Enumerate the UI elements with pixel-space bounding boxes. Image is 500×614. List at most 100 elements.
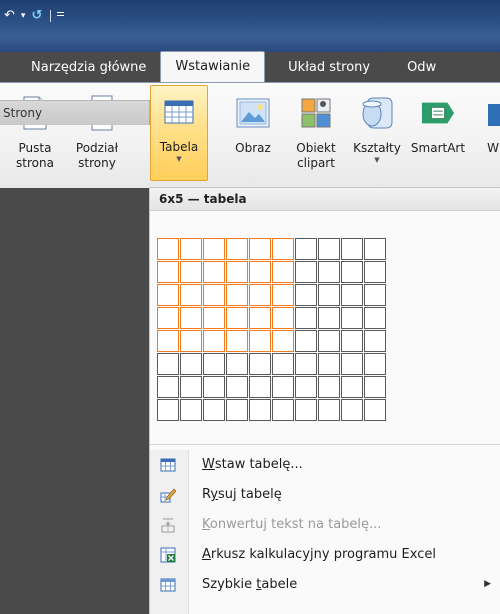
table-grid-cell[interactable] — [341, 284, 363, 306]
table-grid-cell[interactable] — [157, 307, 179, 329]
table-grid-cell[interactable] — [203, 261, 225, 283]
undo-dropdown-icon[interactable]: ▾ — [21, 9, 26, 23]
table-grid-cell[interactable] — [272, 284, 294, 306]
table-grid-cell[interactable] — [341, 330, 363, 352]
table-grid-cell[interactable] — [226, 330, 248, 352]
menu-item-quick[interactable]: Szybkie tabele ▶ — [150, 570, 500, 600]
table-grid-cell[interactable] — [295, 238, 317, 260]
table-grid-cell[interactable] — [203, 376, 225, 398]
table-grid-cell[interactable] — [180, 307, 202, 329]
table-grid-cell[interactable] — [226, 399, 248, 421]
table-grid-cell[interactable] — [249, 238, 271, 260]
table-grid-cell[interactable] — [341, 376, 363, 398]
table-grid-cell[interactable] — [180, 330, 202, 352]
table-grid-cell[interactable] — [272, 307, 294, 329]
table-grid-cell[interactable] — [364, 307, 386, 329]
clipart-button[interactable]: Obiekt clipart — [289, 87, 343, 171]
table-grid-cell[interactable] — [203, 399, 225, 421]
table-grid-cell[interactable] — [364, 353, 386, 375]
table-grid-cell[interactable] — [364, 238, 386, 260]
tab-wstawianie[interactable]: Wstawianie — [160, 51, 266, 82]
table-grid-cell[interactable] — [226, 307, 248, 329]
menu-item-draw[interactable]: Rysuj tabelę — [150, 480, 500, 510]
tab-odwolania[interactable]: Odw — [393, 54, 450, 82]
table-grid-cell[interactable] — [249, 353, 271, 375]
table-grid-cell[interactable] — [157, 376, 179, 398]
table-button[interactable]: Tabela ▼ — [150, 85, 208, 181]
table-grid-cell[interactable] — [272, 399, 294, 421]
table-grid-cell[interactable] — [226, 261, 248, 283]
table-grid-cell[interactable] — [272, 376, 294, 398]
table-grid-cell[interactable] — [249, 376, 271, 398]
table-grid-cell[interactable] — [364, 376, 386, 398]
table-grid-cell[interactable] — [295, 353, 317, 375]
table-grid-cell[interactable] — [341, 238, 363, 260]
table-grid-cell[interactable] — [157, 261, 179, 283]
table-grid-cell[interactable] — [318, 238, 340, 260]
table-grid-cell[interactable] — [180, 353, 202, 375]
table-grid-cell[interactable] — [249, 330, 271, 352]
table-grid-cell[interactable] — [318, 284, 340, 306]
table-grid-cell[interactable] — [249, 399, 271, 421]
table-grid-cell[interactable] — [180, 399, 202, 421]
table-grid-cell[interactable] — [226, 238, 248, 260]
table-grid-cell[interactable] — [180, 261, 202, 283]
table-grid-cell[interactable] — [226, 353, 248, 375]
redo-icon[interactable]: ↺ — [31, 9, 42, 23]
table-grid-cell[interactable] — [295, 284, 317, 306]
cut-off-ribbon-button[interactable]: W — [486, 87, 500, 156]
customize-qat-icon[interactable] — [57, 12, 65, 20]
table-grid-cell[interactable] — [226, 376, 248, 398]
table-grid-cell[interactable] — [226, 284, 248, 306]
menu-item-insert[interactable]: Wstaw tabelę... — [150, 450, 500, 480]
table-grid-cell[interactable] — [341, 261, 363, 283]
table-grid-cell[interactable] — [180, 284, 202, 306]
table-grid-cell[interactable] — [318, 399, 340, 421]
table-grid-cell[interactable] — [157, 353, 179, 375]
table-grid-cell[interactable] — [364, 399, 386, 421]
table-grid-cell[interactable] — [272, 238, 294, 260]
menu-item-convert[interactable]: Konwertuj tekst na tabelę... — [150, 510, 500, 540]
table-size-grid[interactable] — [157, 238, 387, 422]
table-grid-cell[interactable] — [295, 330, 317, 352]
table-grid-cell[interactable] — [295, 376, 317, 398]
table-grid-cell[interactable] — [203, 284, 225, 306]
table-grid-cell[interactable] — [318, 376, 340, 398]
table-grid-cell[interactable] — [318, 353, 340, 375]
table-grid-cell[interactable] — [157, 330, 179, 352]
table-grid-cell[interactable] — [318, 307, 340, 329]
table-grid-cell[interactable] — [249, 284, 271, 306]
picture-button[interactable]: Obraz — [228, 87, 278, 156]
tab-uklad-strony[interactable]: Układ strony — [265, 54, 393, 82]
table-grid-cell[interactable] — [272, 353, 294, 375]
table-grid-cell[interactable] — [203, 353, 225, 375]
table-grid-cell[interactable] — [157, 399, 179, 421]
table-grid-cell[interactable] — [203, 330, 225, 352]
table-grid-cell[interactable] — [157, 284, 179, 306]
table-grid-cell[interactable] — [295, 307, 317, 329]
table-grid-cell[interactable] — [318, 330, 340, 352]
table-grid-cell[interactable] — [180, 238, 202, 260]
table-grid-cell[interactable] — [364, 330, 386, 352]
shapes-button[interactable]: Kształty ▼ — [350, 87, 404, 164]
table-grid-cell[interactable] — [364, 284, 386, 306]
table-grid-cell[interactable] — [364, 261, 386, 283]
table-grid-cell[interactable] — [157, 238, 179, 260]
table-grid-cell[interactable] — [203, 238, 225, 260]
smartart-button[interactable]: SmartArt — [409, 87, 467, 156]
undo-icon[interactable]: ↶ — [4, 9, 15, 23]
table-grid-cell[interactable] — [341, 399, 363, 421]
table-grid-cell[interactable] — [295, 261, 317, 283]
table-grid-cell[interactable] — [272, 261, 294, 283]
table-grid-cell[interactable] — [341, 307, 363, 329]
table-grid-cell[interactable] — [249, 307, 271, 329]
table-grid-cell[interactable] — [249, 261, 271, 283]
table-grid-cell[interactable] — [341, 353, 363, 375]
tab-narzedzia-glowne[interactable]: Narzędzia główne — [0, 54, 160, 82]
menu-item-excel[interactable]: Arkusz kalkulacyjny programu Excel — [150, 540, 500, 570]
table-grid-cell[interactable] — [318, 261, 340, 283]
table-grid-cell[interactable] — [272, 330, 294, 352]
table-grid-cell[interactable] — [180, 376, 202, 398]
table-grid-cell[interactable] — [295, 399, 317, 421]
table-grid-cell[interactable] — [203, 307, 225, 329]
